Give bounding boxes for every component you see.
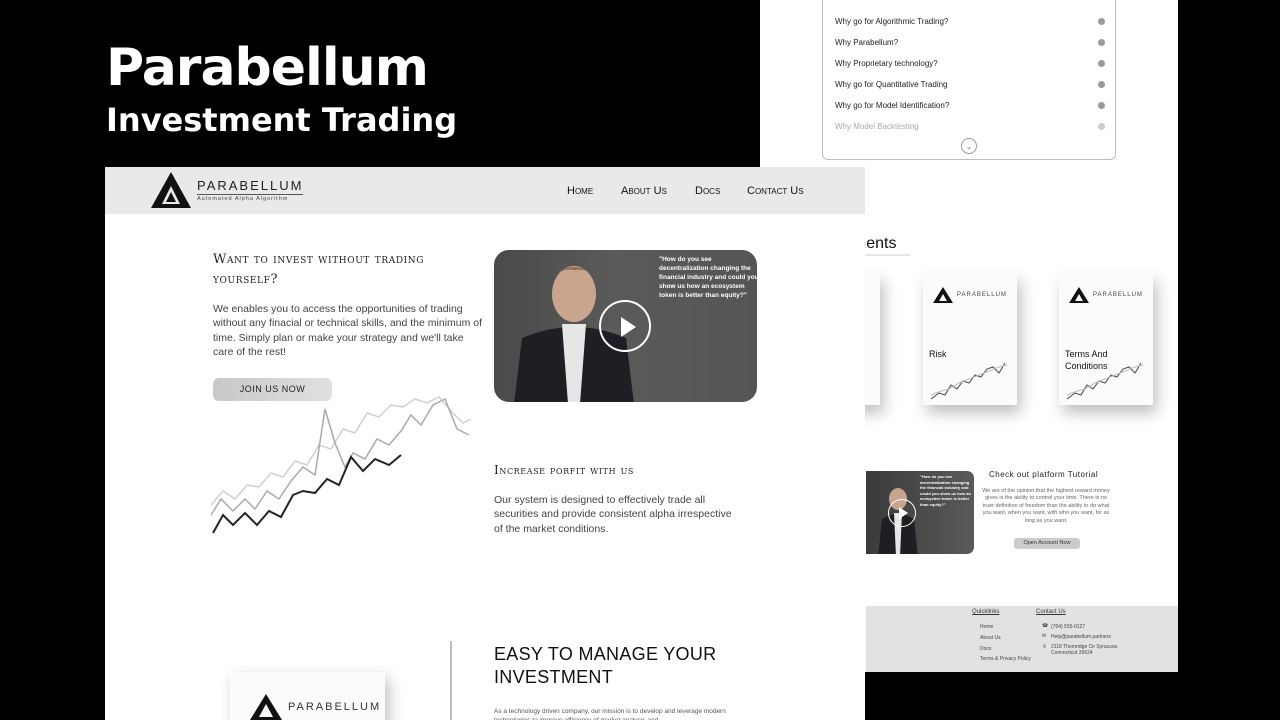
manage-heading: EASY TO MANAGE YOUR INVESTMENT xyxy=(494,644,717,688)
faq-item[interactable]: Why go for Model Identification? xyxy=(835,97,1105,113)
nav-about-us[interactable]: About Us xyxy=(621,185,667,197)
faq-question: Why Parabellum? xyxy=(835,37,899,47)
logo-name: PARABELLUM xyxy=(197,178,304,193)
logo: PARABELLUM xyxy=(1069,287,1143,303)
footer-address: 2118 Thornridge Cir Syracuse, Connecticu… xyxy=(1051,644,1119,656)
logo: PARABELLUM xyxy=(933,287,1007,303)
video-quote: "How do you see decentralization changin… xyxy=(659,256,757,300)
faq-item[interactable]: Why Model Backtesting xyxy=(835,118,1105,134)
mail-icon: ✉ xyxy=(1042,633,1047,639)
faq-question: Why Proprietary technology? xyxy=(835,58,938,68)
footer-link-home[interactable]: Home xyxy=(980,624,993,630)
expand-icon xyxy=(1098,38,1105,46)
doc-card-risk[interactable]: PARABELLUM Risk xyxy=(923,273,1017,405)
doc-card-terms[interactable]: PARABELLUM Terms And Conditions xyxy=(1059,273,1153,405)
faq-item[interactable]: Why go for Quantitative Trading xyxy=(835,76,1105,92)
manage-text: As a technology driven company, our miss… xyxy=(494,708,726,720)
faq-item[interactable]: Why go for Algorithmic Trading? xyxy=(835,13,1105,29)
tutorial-video-thumbnail[interactable]: "How do you see decentralization changin… xyxy=(866,471,974,554)
nav-docs[interactable]: Docs xyxy=(695,185,720,197)
logo-icon xyxy=(1069,287,1089,303)
navbar: PARABELLUM Automated Alpha Algorithm Hom… xyxy=(105,167,865,214)
tutorial-body: We are of the opinion that the highest r… xyxy=(982,488,1110,524)
faq-question: Why go for Quantitative Trading xyxy=(835,79,948,89)
expand-icon xyxy=(1098,101,1105,109)
footer-link-docs[interactable]: Docs xyxy=(980,646,991,652)
footer-phone: (704) 555-0127 xyxy=(1051,624,1086,630)
section-divider xyxy=(450,641,452,720)
logo-icon xyxy=(250,694,282,720)
expand-icon xyxy=(1098,59,1105,67)
logo-icon xyxy=(151,172,191,208)
trend-line-icon xyxy=(930,362,1008,400)
presentation-stage: Parabellum Investment Trading Why go for… xyxy=(0,0,1280,720)
faq-panel: Why go for Algorithmic Trading? Why Para… xyxy=(822,0,1116,160)
logo-icon xyxy=(933,287,953,303)
hero-title: Parabellum xyxy=(106,38,429,98)
faq-question: Why go for Algorithmic Trading? xyxy=(835,16,949,26)
logo[interactable]: PARABELLUM Automated Alpha Algorithm xyxy=(151,172,304,208)
logo: PARABELLUM xyxy=(250,694,381,720)
footer-link-terms[interactable]: Terms & Privacy Policy xyxy=(980,656,1031,662)
phone-icon: ☎ xyxy=(1042,623,1049,629)
nav-home[interactable]: Home xyxy=(567,185,593,197)
logo-name: PARABELLUM xyxy=(957,292,1007,298)
expand-icon xyxy=(1098,80,1105,88)
expand-icon xyxy=(1098,122,1105,130)
faq-question: Why Model Backtesting xyxy=(835,121,919,131)
expand-icon xyxy=(1098,17,1105,25)
front-mockup: PARABELLUM Automated Alpha Algorithm Hom… xyxy=(105,167,865,720)
play-icon[interactable] xyxy=(888,499,916,527)
nav-contact-us[interactable]: Contact Us xyxy=(747,185,804,197)
chevron-down-icon[interactable]: ⌄ xyxy=(961,138,977,154)
hero-heading: Want to invest without trading yourself? xyxy=(213,252,425,288)
logo-name: PARABELLUM xyxy=(1093,292,1143,298)
faq-item[interactable]: Why Parabellum? xyxy=(835,34,1105,50)
hero-subtitle: Investment Trading xyxy=(106,101,458,139)
profit-text: Our system is designed to effectively tr… xyxy=(494,494,732,535)
logo-name: PARABELLUM xyxy=(288,701,382,713)
faq-question: Why go for Model Identification? xyxy=(835,100,950,110)
open-account-button[interactable]: Open Account Now xyxy=(1014,538,1080,549)
hero-text: We enables you to access the opportuniti… xyxy=(213,303,483,359)
play-icon[interactable] xyxy=(599,300,651,352)
contact-title: Contact Us xyxy=(1036,609,1066,615)
faq-item[interactable]: Why Proprietary technology? xyxy=(835,55,1105,71)
footer-link-about[interactable]: About Us xyxy=(980,635,1001,641)
quicklinks-title: Quicklinks xyxy=(972,609,1000,615)
footer: Quicklinks Home About Us Docs Terms & Pr… xyxy=(866,606,1178,672)
intro-video[interactable]: "How do you see decentralization changin… xyxy=(494,250,757,402)
location-icon: ⌾ xyxy=(1043,644,1047,650)
tutorial-title: Check out platform Tutorial xyxy=(989,470,1099,479)
trend-line-icon xyxy=(1066,362,1144,400)
book-mockup: PARABELLUM xyxy=(230,672,385,720)
video-quote: "How do you see decentralization changin… xyxy=(920,474,971,507)
logo-tagline: Automated Alpha Algorithm xyxy=(197,194,304,202)
decorative-stock-chart xyxy=(211,396,472,534)
profit-heading: Increase porfit with us xyxy=(494,463,634,477)
footer-email[interactable]: Help@parabellum.partners xyxy=(1051,634,1111,640)
